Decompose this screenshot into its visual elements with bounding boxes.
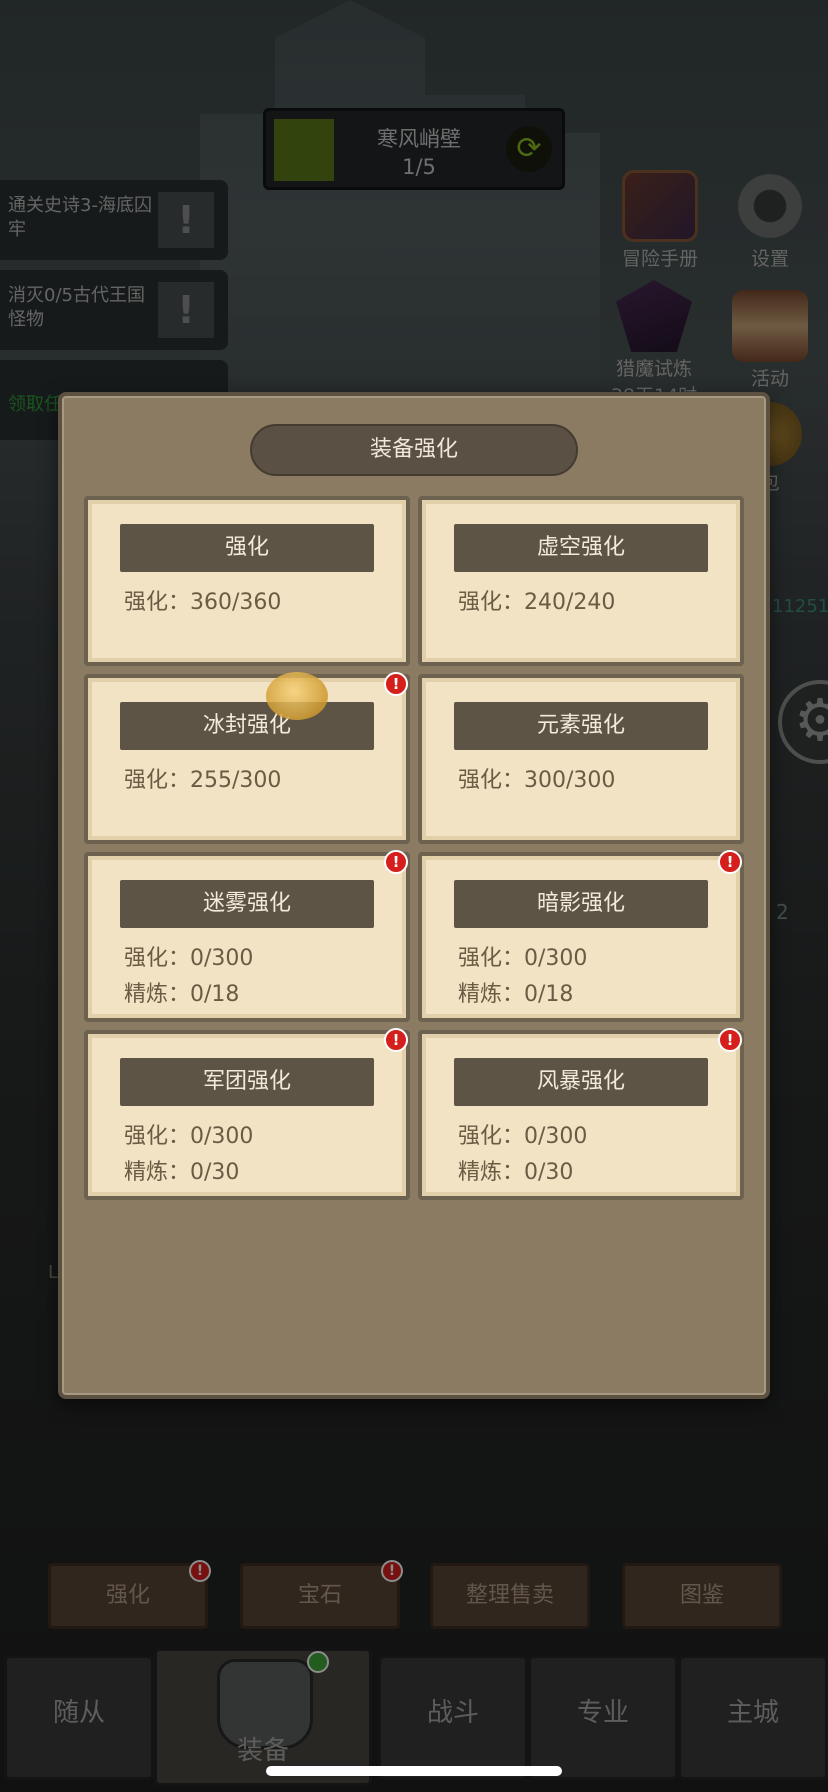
enhance-level-text: 强化：240/240 <box>458 590 616 615</box>
coin-icon <box>266 672 328 720</box>
refine-level-text: 精炼：0/18 <box>458 982 574 1007</box>
alert-icon: ! <box>718 1028 742 1052</box>
enhance-level-text: 强化：300/300 <box>458 768 616 793</box>
enhance-card-title: 强化 <box>120 524 374 572</box>
alert-icon: ! <box>384 672 408 696</box>
enhance-level-text: 强化：255/300 <box>124 768 282 793</box>
enhance-card[interactable]: 风暴强化强化：0/300 精炼：0/30! <box>418 1028 744 1200</box>
enhance-level-text: 强化：0/300 <box>124 946 254 971</box>
enhance-card-title: 军团强化 <box>120 1058 374 1106</box>
enhance-level-text: 强化：0/300 <box>458 1124 588 1149</box>
enhance-card[interactable]: 军团强化强化：0/300 精炼：0/30! <box>84 1028 410 1200</box>
enhance-card-title: 冰封强化 <box>120 702 374 750</box>
enhance-card-title: 迷雾强化 <box>120 880 374 928</box>
alert-icon: ! <box>384 850 408 874</box>
enhance-card-title: 虚空强化 <box>454 524 708 572</box>
dialog-title: 装备强化 <box>250 424 578 476</box>
enhance-card-title: 暗影强化 <box>454 880 708 928</box>
enhance-card[interactable]: 虚空强化强化：240/240 <box>418 496 744 666</box>
alert-icon: ! <box>718 850 742 874</box>
refine-level-text: 精炼：0/18 <box>124 982 240 1007</box>
refine-level-text: 精炼：0/30 <box>458 1160 574 1185</box>
enhance-level-text: 强化：0/300 <box>124 1124 254 1149</box>
enhance-card[interactable]: 迷雾强化强化：0/300 精炼：0/18! <box>84 850 410 1022</box>
home-indicator[interactable] <box>266 1766 562 1776</box>
enhance-card[interactable]: 暗影强化强化：0/300 精炼：0/18! <box>418 850 744 1022</box>
enhance-card[interactable]: 强化强化：360/360 <box>84 496 410 666</box>
enhance-card-title: 风暴强化 <box>454 1058 708 1106</box>
alert-icon: ! <box>384 1028 408 1052</box>
enhance-level-text: 强化：0/300 <box>458 946 588 971</box>
enhance-card[interactable]: 冰封强化强化：255/300! <box>84 672 410 844</box>
refine-level-text: 精炼：0/30 <box>124 1160 240 1185</box>
enhance-card[interactable]: 元素强化强化：300/300 <box>418 674 744 844</box>
enhance-card-title: 元素强化 <box>454 702 708 750</box>
enhance-level-text: 强化：360/360 <box>124 590 282 615</box>
